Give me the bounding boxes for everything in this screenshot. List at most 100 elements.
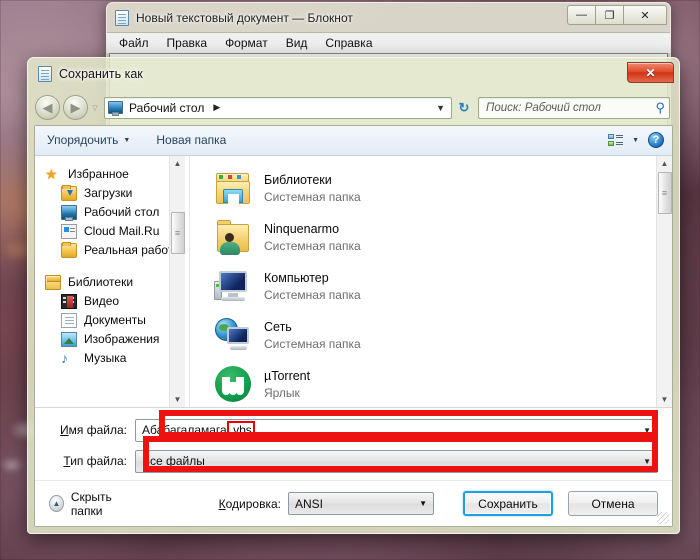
encoding-select[interactable]: ANSI ▼ <box>288 492 434 515</box>
chevron-down-icon: ▼ <box>123 136 131 144</box>
dialog-titlebar[interactable]: Сохранить как ✕ <box>29 59 678 89</box>
scroll-up-icon[interactable]: ▲ <box>170 156 186 172</box>
chevron-down-icon[interactable]: ▼ <box>632 137 639 144</box>
notepad-icon <box>38 66 52 82</box>
list-item[interactable]: Сеть Системная папка <box>200 311 672 360</box>
scroll-down-icon[interactable]: ▼ <box>657 391 673 407</box>
menu-file[interactable]: Файл <box>111 34 157 52</box>
filename-input[interactable]: Абабагаламага .vbs ▼ <box>135 418 658 442</box>
breadcrumb-desktop[interactable]: Рабочий стол <box>129 101 204 115</box>
cloud-mail-icon <box>61 223 77 239</box>
chevron-down-icon[interactable]: ▼ <box>643 457 655 466</box>
search-icon: ⚲ <box>655 99 665 115</box>
dialog-title: Сохранить как <box>59 67 143 81</box>
notepad-title: Новый текстовый документ — Блокнот <box>136 10 353 25</box>
menu-edit[interactable]: Правка <box>159 34 216 52</box>
menu-view[interactable]: Вид <box>278 34 316 52</box>
list-item-name: Библиотеки <box>264 172 332 187</box>
list-item[interactable]: µTorrent Ярлык <box>200 360 672 407</box>
list-item-name: Сеть <box>264 319 292 334</box>
navigation-pane-scrollbar[interactable]: ▲ ▼ <box>169 155 186 407</box>
nav-group-favorites[interactable]: ★ Избранное <box>35 165 185 184</box>
organize-label: Упорядочить <box>47 133 119 148</box>
hide-folders-button[interactable]: ▲ Скрыть папки <box>49 490 136 518</box>
dialog-close-button[interactable]: ✕ <box>627 62 674 83</box>
filename-label-rest: мя файла: <box>68 423 127 437</box>
scrollbar-thumb[interactable] <box>657 171 672 214</box>
address-bar[interactable]: Рабочий стол ▶ ▼ <box>104 96 452 119</box>
chevron-down-icon[interactable]: ▼ <box>643 426 655 435</box>
new-folder-label: Новая папка <box>156 133 227 148</box>
nav-group-label: Библиотеки <box>68 275 134 290</box>
save-button[interactable]: Сохранить <box>463 491 553 516</box>
utorrent-icon <box>214 365 252 403</box>
menu-help[interactable]: Справка <box>317 34 380 52</box>
organize-button[interactable]: Упорядочить ▼ <box>47 133 130 147</box>
search-input[interactable]: Поиск: Рабочий стол ⚲ <box>478 96 670 119</box>
notepad-close-button[interactable]: ✕ <box>623 5 667 25</box>
scrollbar-thumb[interactable] <box>170 211 185 254</box>
list-item[interactable]: Компьютер Системная папка <box>200 262 672 311</box>
list-item-text: Ninquenarmo Системная папка <box>264 221 361 254</box>
sidebar-item-cloud-mail[interactable]: Cloud Mail.Ru <box>35 222 185 241</box>
nav-group-label: Избранное <box>68 167 129 182</box>
star-icon: ★ <box>45 165 58 182</box>
recent-locations-button[interactable]: ▽ <box>88 95 102 120</box>
change-view-icon[interactable] <box>608 133 624 147</box>
sidebar-item-pictures[interactable]: Изображения <box>35 330 185 349</box>
resize-grip[interactable] <box>657 512 669 524</box>
chevron-down-icon[interactable]: ▼ <box>419 499 431 508</box>
filetype-select[interactable]: Все файлы ▼ <box>135 449 658 473</box>
list-item-subtitle: Системная папка <box>264 287 361 302</box>
notepad-menubar: Файл Правка Формат Вид Справка <box>107 32 670 53</box>
forward-arrow-icon: ▶ <box>70 100 81 115</box>
scrollbar-track[interactable] <box>170 172 186 391</box>
search-placeholder: Поиск: Рабочий стол <box>486 101 601 114</box>
desktop-icon <box>61 204 77 221</box>
back-button[interactable]: ◀ <box>35 95 60 120</box>
filetype-value: Все файлы <box>142 454 205 468</box>
scroll-down-icon[interactable]: ▼ <box>170 391 186 407</box>
list-item-subtitle: Ярлык <box>264 385 300 400</box>
new-folder-button[interactable]: Новая папка <box>156 133 226 147</box>
hide-folders-label: Скрыть папки <box>70 489 112 518</box>
sidebar-item-downloads[interactable]: Загрузки <box>35 184 185 203</box>
list-item-text: Библиотеки Системная папка <box>264 172 361 205</box>
music-library-icon: ♪ <box>61 349 68 366</box>
nav-group-libraries[interactable]: Библиотеки <box>35 273 185 292</box>
list-item-text: Компьютер Системная папка <box>264 270 361 303</box>
notepad-minimize-button[interactable]: — <box>567 5 596 25</box>
sidebar-item-documents[interactable]: Документы <box>35 311 185 330</box>
file-list-pane: Библиотеки Системная папка Ninquenarmo С… <box>189 155 673 407</box>
refresh-icon[interactable]: ↻ <box>453 97 475 119</box>
list-item[interactable]: Ninquenarmo Системная папка <box>200 213 672 262</box>
sidebar-item-music[interactable]: ♪ Музыка <box>35 349 185 368</box>
dialog-content-panel: Упорядочить ▼ Новая папка ▼ ? ★ Избранно… <box>34 125 673 527</box>
sidebar-item-video[interactable]: Видео <box>35 292 185 311</box>
notepad-icon <box>115 9 129 26</box>
cancel-button[interactable]: Отмена <box>568 491 658 516</box>
chevron-down-icon[interactable]: ▼ <box>436 103 449 113</box>
sidebar-item-label: Загрузки <box>84 186 133 201</box>
pictures-library-icon <box>61 331 77 347</box>
sidebar-item-label: Cloud Mail.Ru <box>84 224 160 239</box>
scrollbar-track[interactable] <box>657 171 673 391</box>
sidebar-item-desktop[interactable]: Рабочий стол <box>35 203 185 222</box>
chevron-right-icon[interactable]: ▶ <box>213 102 220 113</box>
scroll-up-icon[interactable]: ▲ <box>657 156 673 172</box>
file-list: Библиотеки Системная папка Ninquenarmo С… <box>190 156 672 407</box>
encoding-label-rest: одировка: <box>225 496 281 511</box>
list-item-name: Компьютер <box>264 270 329 285</box>
encoding-label-accel: К <box>218 496 226 511</box>
forward-button[interactable]: ▶ <box>63 95 88 120</box>
notepad-titlebar[interactable]: Новый текстовый документ — Блокнот — ❐ ✕ <box>107 3 670 32</box>
list-item-subtitle: Системная папка <box>264 189 361 204</box>
sidebar-item-real-work[interactable]: Реальная работ <box>35 241 185 260</box>
dialog-footer: ▲ Скрыть папки Кодировка: ANSI ▼ Сохрани… <box>35 480 672 526</box>
menu-format[interactable]: Формат <box>217 34 276 52</box>
filetype-label: Тип файла: <box>49 454 135 468</box>
list-item[interactable]: Библиотеки Системная папка <box>200 164 672 213</box>
file-list-scrollbar[interactable]: ▲ ▼ <box>656 155 673 407</box>
help-icon[interactable]: ? <box>648 132 664 149</box>
notepad-maximize-button[interactable]: ❐ <box>595 5 624 25</box>
